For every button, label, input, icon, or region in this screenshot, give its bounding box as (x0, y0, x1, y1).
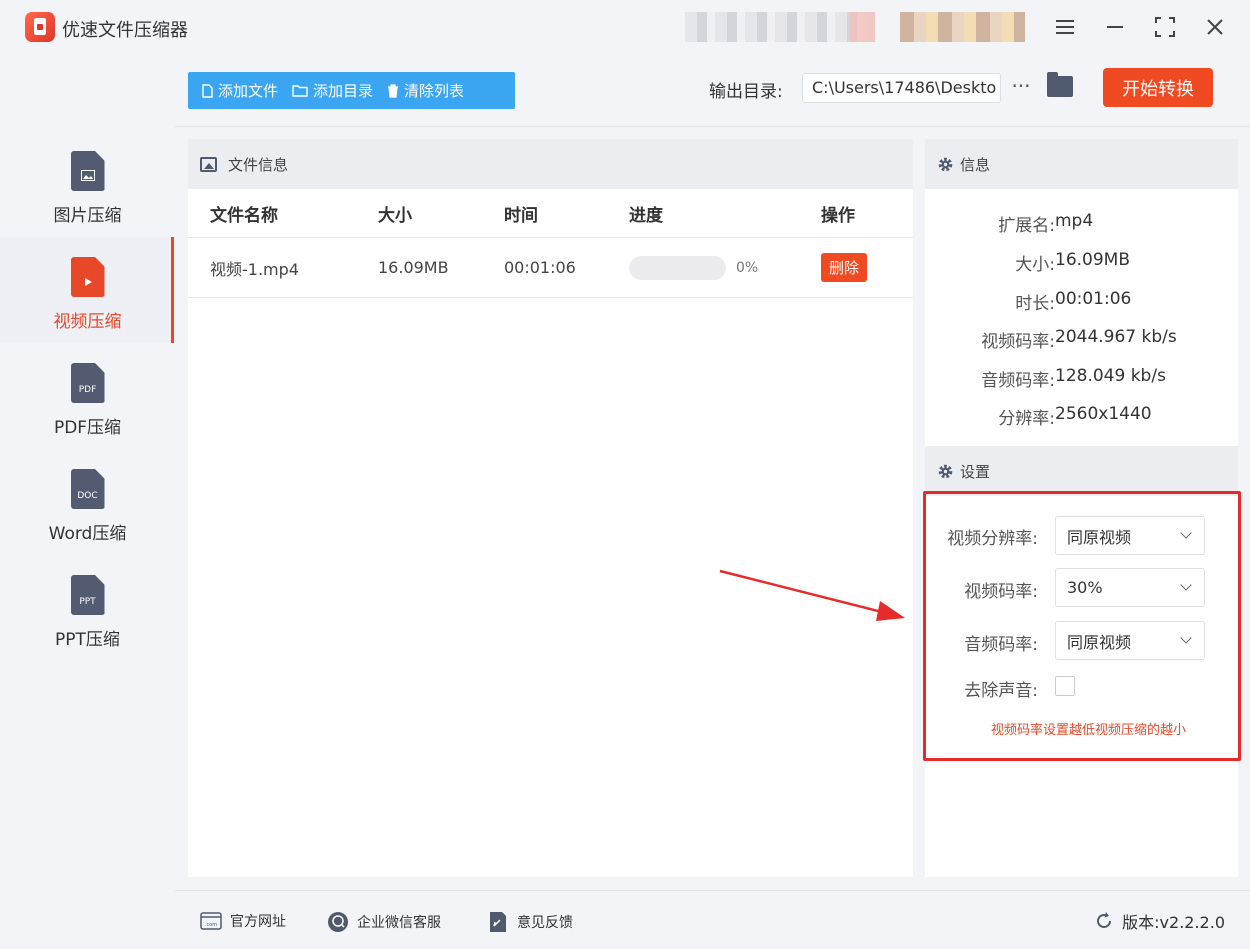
version-info: 版本:v2.2.2.0 (1094, 909, 1225, 933)
info-key: 时长: (1015, 294, 1055, 314)
sidebar-item-word[interactable]: DOC Word压缩 (0, 449, 175, 555)
trash-icon (388, 83, 399, 98)
file-panel-header: 文件信息 (188, 139, 913, 189)
blurred-account-info (685, 12, 875, 42)
info-key: 大小: (1015, 255, 1055, 275)
divider (175, 126, 1250, 127)
settings-header: 设置 (925, 446, 1238, 496)
more-options-button[interactable]: ··· (1010, 74, 1032, 98)
table-header: 文件名称 大小 时间 进度 操作 (188, 189, 913, 238)
delete-button[interactable]: 删除 (821, 253, 868, 282)
sidebar: 图片压缩 视频压缩 PDF PDF压缩 DOC Word压缩 PPT PPT压缩 (0, 55, 175, 949)
feedback-label: 意见反馈 (517, 915, 573, 931)
column-header-name: 文件名称 (210, 205, 278, 226)
minimize-icon[interactable] (1098, 10, 1132, 44)
open-folder-icon[interactable] (1047, 72, 1073, 97)
info-key: 分辨率: (998, 409, 1055, 429)
feedback-icon (490, 912, 506, 932)
output-path-field[interactable]: C:\Users\17486\Deskto (802, 73, 1001, 103)
menu-icon[interactable] (1048, 10, 1082, 44)
info-key: 扩展名: (998, 216, 1055, 236)
add-file-label: 添加文件 (218, 82, 279, 100)
info-value: mp4 (1055, 211, 1094, 231)
doc-file-icon: DOC (70, 469, 105, 509)
sidebar-item-image[interactable]: 图片压缩 (0, 131, 175, 237)
info-key: 音频码率: (981, 371, 1055, 391)
progress-percent: 0% (736, 259, 759, 276)
feedback-link[interactable]: 意见反馈 (487, 911, 573, 933)
app-logo-icon (25, 12, 55, 42)
column-header-action: 操作 (821, 205, 855, 226)
sidebar-item-label: Word压缩 (48, 524, 127, 544)
file-duration: 00:01:06 (504, 258, 576, 277)
info-value: 16.09MB (1055, 250, 1130, 270)
wechat-label: 企业微信客服 (357, 915, 441, 931)
folder-icon (292, 85, 308, 97)
video-file-icon (70, 257, 105, 297)
file-size: 16.09MB (378, 258, 449, 277)
add-file-button[interactable]: 添加文件 (188, 72, 278, 109)
image-file-icon (70, 151, 105, 191)
start-convert-button[interactable]: 开始转换 (1103, 68, 1213, 107)
website-icon: .com (200, 912, 222, 930)
wechat-support-link[interactable]: 企业微信客服 (327, 911, 441, 933)
footer: .com 官方网址 企业微信客服 意见反馈 版本:v2.2.2.0 (175, 890, 1250, 949)
gear-icon (938, 464, 953, 478)
settings-title: 设置 (960, 462, 991, 481)
image-icon (200, 156, 217, 172)
info-value: 128.049 kb/s (1055, 366, 1166, 386)
progress-bar (629, 255, 726, 280)
column-header-size: 大小 (378, 205, 412, 226)
table-row[interactable]: 视频-1.mp4 16.09MB 00:01:06 0% 删除 (188, 238, 913, 298)
pdf-file-icon: PDF (70, 363, 105, 403)
output-dir-label: 输出目录: (709, 82, 783, 102)
file-icon (202, 83, 213, 98)
settings-highlight-box (923, 491, 1241, 761)
sidebar-item-pdf[interactable]: PDF PDF压缩 (0, 343, 175, 449)
sidebar-item-label: 图片压缩 (53, 206, 122, 226)
action-cell: 删除 (821, 238, 868, 297)
clear-list-button[interactable]: 清除列表 (373, 72, 464, 109)
info-key: 视频码率: (981, 332, 1055, 352)
toolbar: 添加文件 添加目录 清除列表 (188, 72, 515, 109)
progress-cell: 0% (629, 238, 758, 297)
refresh-icon[interactable] (1094, 911, 1114, 931)
column-header-time: 时间 (504, 205, 538, 226)
clear-list-label: 清除列表 (404, 82, 465, 100)
maximize-icon[interactable] (1148, 10, 1182, 44)
version-label: 版本:v2.2.2.0 (1122, 913, 1225, 932)
info-value: 2044.967 kb/s (1055, 327, 1177, 347)
sidebar-item-video[interactable]: 视频压缩 (0, 237, 175, 343)
sidebar-item-label: PDF压缩 (53, 418, 122, 438)
blurred-avatar (900, 12, 1025, 42)
website-link[interactable]: .com 官方网址 (200, 911, 286, 931)
info-title: 信息 (960, 155, 991, 174)
app-title: 优速文件压缩器 (62, 20, 188, 41)
file-list-panel: 文件信息 文件名称 大小 时间 进度 操作 视频-1.mp4 16.09MB 0… (188, 139, 913, 877)
info-value: 00:01:06 (1055, 289, 1132, 309)
wechat-icon (328, 912, 348, 932)
info-value: 2560x1440 (1055, 404, 1152, 424)
info-header: 信息 (925, 139, 1238, 189)
title-bar: 优速文件压缩器 (0, 0, 1250, 55)
sidebar-item-label: 视频压缩 (53, 312, 122, 332)
ppt-file-icon: PPT (70, 575, 105, 615)
add-directory-label: 添加目录 (313, 82, 374, 100)
svg-text:.com: .com (205, 922, 217, 928)
file-name: 视频-1.mp4 (210, 259, 299, 279)
close-icon[interactable] (1198, 10, 1232, 44)
sidebar-item-label: PPT压缩 (55, 630, 120, 650)
column-header-progress: 进度 (629, 205, 663, 226)
sidebar-item-ppt[interactable]: PPT PPT压缩 (0, 555, 175, 661)
file-panel-title: 文件信息 (228, 155, 289, 174)
website-label: 官方网址 (230, 914, 286, 930)
add-directory-button[interactable]: 添加目录 (278, 72, 373, 109)
gear-icon (938, 157, 953, 171)
